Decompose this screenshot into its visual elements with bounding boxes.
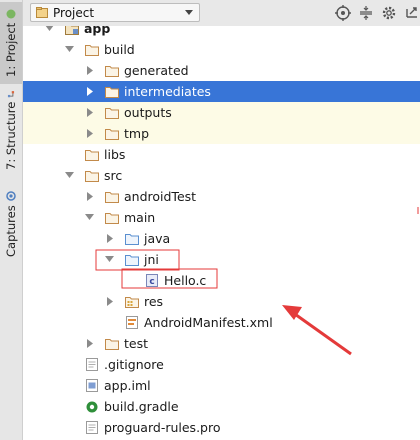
source-folder-icon xyxy=(125,234,139,245)
tree-row-label: res xyxy=(144,294,164,309)
project-tree: app build generated intermediates outputs tmp… xyxy=(23,26,420,440)
iml-file-icon xyxy=(86,379,98,392)
tree-row-label: jni xyxy=(144,252,159,267)
chevron-right-icon[interactable] xyxy=(85,339,94,348)
folder-icon xyxy=(105,129,119,140)
tool-window-strip: 1: Project 7: Structure Captures xyxy=(0,0,23,440)
folder-icon xyxy=(105,87,119,98)
project-tool-tab[interactable]: 1: Project xyxy=(0,2,22,84)
view-selector-label: Project xyxy=(53,5,95,20)
chevron-down-icon[interactable] xyxy=(45,26,54,33)
project-tab-label: 1: Project xyxy=(4,22,18,78)
gradle-file-icon xyxy=(86,401,98,413)
tree-row-generated[interactable]: generated xyxy=(23,60,420,81)
tree-row-label: app.iml xyxy=(104,378,151,393)
target-icon[interactable] xyxy=(335,5,351,21)
tree-row-build_gradle[interactable]: build.gradle xyxy=(23,396,420,417)
tree-row-manifest[interactable]: AndroidManifest.xml xyxy=(23,312,420,333)
source-folder-icon xyxy=(125,255,139,266)
captures-tool-tab[interactable]: Captures xyxy=(0,186,22,262)
chevron-right-icon[interactable] xyxy=(85,87,94,96)
tree-row-gitignore[interactable]: .gitignore xyxy=(23,354,420,375)
chevron-down-icon[interactable] xyxy=(65,171,74,180)
folder-icon xyxy=(105,213,119,224)
tree-row-outputs[interactable]: outputs xyxy=(23,102,420,123)
chevron-down-icon[interactable] xyxy=(105,255,114,264)
chevron-down-icon[interactable] xyxy=(85,213,94,222)
tree-row-label: main xyxy=(124,210,156,225)
chevron-down-icon xyxy=(185,10,193,15)
chevron-right-icon[interactable] xyxy=(85,108,94,117)
chevron-right-icon[interactable] xyxy=(85,192,94,201)
structure-tool-tab[interactable]: 7: Structure xyxy=(0,90,22,170)
collapse-all-icon[interactable] xyxy=(358,5,374,21)
tree-row-res[interactable]: res xyxy=(23,291,420,312)
tree-row-label: AndroidManifest.xml xyxy=(144,315,273,330)
tree-row-label: androidTest xyxy=(124,189,197,204)
android-icon xyxy=(6,9,16,19)
svg-text:c: c xyxy=(149,277,154,287)
tree-row-build[interactable]: build xyxy=(23,39,420,60)
chevron-right-icon[interactable] xyxy=(85,66,94,75)
xml-file-icon xyxy=(126,316,138,329)
tree-row-label: java xyxy=(144,231,171,246)
settings-icon[interactable] xyxy=(381,5,397,21)
chevron-right-icon[interactable] xyxy=(105,297,114,306)
tree-row-intermediates[interactable]: intermediates xyxy=(23,81,420,102)
folder-icon xyxy=(85,45,99,56)
chevron-right-icon[interactable] xyxy=(105,234,114,243)
tree-row-src[interactable]: src xyxy=(23,165,420,186)
project-view-icon xyxy=(36,7,48,18)
structure-tab-label: 7: Structure xyxy=(4,101,18,170)
chevron-down-icon[interactable] xyxy=(65,45,74,54)
tree-row-label: libs xyxy=(104,147,126,162)
tree-row-label: outputs xyxy=(124,105,172,120)
c-file-icon: c xyxy=(146,274,158,287)
project-panel-header: Project xyxy=(23,0,420,27)
tree-row-label: build xyxy=(104,42,135,57)
tree-row-java[interactable]: java xyxy=(23,228,420,249)
tree-row-jni[interactable]: jni xyxy=(23,249,420,270)
tree-row-label: app xyxy=(84,26,111,36)
tree-row-app[interactable]: app xyxy=(23,26,420,39)
tree-row-label: test xyxy=(124,336,149,351)
folder-icon xyxy=(105,108,119,119)
tree-row-proguard[interactable]: proguard-rules.pro xyxy=(23,417,420,438)
tree-row-label: intermediates xyxy=(124,84,211,99)
view-selector-dropdown[interactable]: Project xyxy=(30,3,200,22)
tree-row-tmp[interactable]: tmp xyxy=(23,123,420,144)
module-folder-icon xyxy=(65,26,79,35)
folder-icon xyxy=(105,339,119,350)
tree-row-main[interactable]: main xyxy=(23,207,420,228)
text-file-icon xyxy=(86,421,98,434)
tree-row-label: build.gradle xyxy=(104,399,179,414)
folder-icon xyxy=(85,171,99,182)
resource-folder-icon xyxy=(125,297,139,308)
tree-row-androidTest[interactable]: androidTest xyxy=(23,186,420,207)
structure-icon xyxy=(7,90,15,97)
capture-icon xyxy=(6,191,16,201)
hide-icon[interactable] xyxy=(404,5,420,21)
chevron-right-icon[interactable] xyxy=(85,129,94,138)
tree-row-label: tmp xyxy=(124,126,150,141)
text-file-icon xyxy=(86,358,98,371)
tree-row-test[interactable]: test xyxy=(23,333,420,354)
tree-row-label: proguard-rules.pro xyxy=(104,420,221,435)
tree-row-app_iml[interactable]: app.iml xyxy=(23,375,420,396)
captures-tab-label: Captures xyxy=(4,205,18,257)
folder-icon xyxy=(105,66,119,77)
folder-icon xyxy=(85,150,99,161)
tree-row-label: .gitignore xyxy=(104,357,164,372)
tree-row-hello_c[interactable]: c Hello.c xyxy=(23,270,420,291)
tree-row-label: Hello.c xyxy=(164,273,207,288)
tree-row-libs[interactable]: libs xyxy=(23,144,420,165)
tree-row-label: generated xyxy=(124,63,189,78)
folder-icon xyxy=(105,192,119,203)
tree-row-label: src xyxy=(104,168,123,183)
